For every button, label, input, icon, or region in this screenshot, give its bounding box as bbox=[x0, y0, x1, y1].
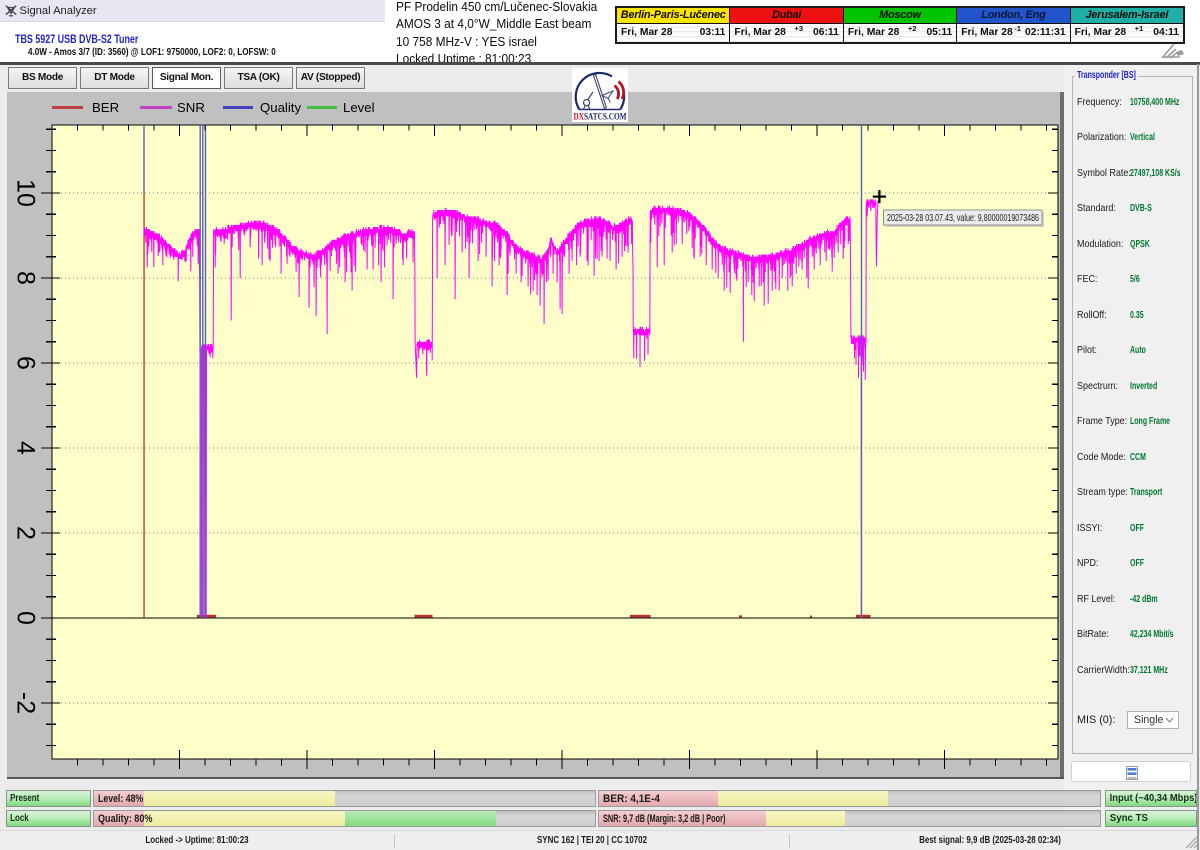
svg-text:2025-03-28 03.07.43, value: 9,: 2025-03-28 03.07.43, value: 9,8000001907… bbox=[887, 213, 1039, 224]
svg-text:0: 0 bbox=[12, 611, 40, 625]
svg-text:DXSATCS.COM: DXSATCS.COM bbox=[574, 113, 627, 123]
svg-text:4: 4 bbox=[12, 441, 40, 455]
svg-text:-2: -2 bbox=[12, 692, 40, 714]
svg-text:6: 6 bbox=[12, 356, 40, 370]
svg-text:8: 8 bbox=[12, 271, 40, 285]
svg-text:2: 2 bbox=[12, 526, 40, 540]
svg-text:10: 10 bbox=[12, 179, 40, 207]
